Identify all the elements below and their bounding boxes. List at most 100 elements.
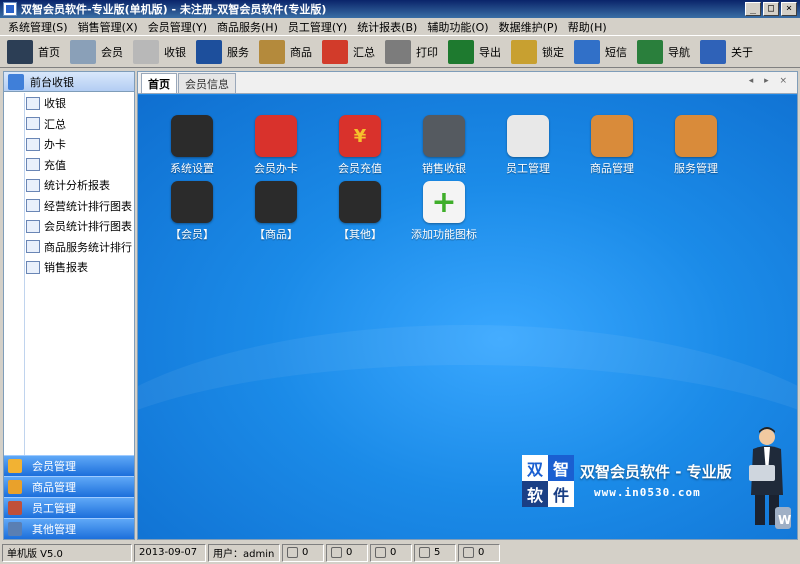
cash-register-icon	[423, 115, 465, 157]
menu-staff[interactable]: 员工管理(Y)	[284, 19, 353, 35]
desktop-app-label: 服务管理	[674, 162, 718, 175]
desktop-app-label: 【其他】	[338, 228, 382, 241]
toolbar-about-button[interactable]: 关于	[697, 37, 760, 67]
nav-group-3[interactable]: 其他管理	[4, 518, 134, 539]
toolbar-member-button[interactable]: 会员	[67, 37, 130, 67]
toolbar-service-button[interactable]: 服务	[193, 37, 256, 67]
toolbar-label: 锁定	[542, 45, 564, 59]
desktop-app-0[interactable]: 系统设置	[150, 115, 234, 176]
toolbar-goods-button[interactable]: 商品	[256, 37, 319, 67]
recharge-icon	[26, 158, 40, 172]
nav-group-1[interactable]: 商品管理	[4, 476, 134, 497]
folder-screen-icon	[339, 181, 381, 223]
books-icon	[196, 39, 222, 64]
tree-item-1[interactable]: 汇总	[24, 114, 134, 135]
toolbar-lock-button[interactable]: 锁定	[508, 37, 571, 67]
toolbar-navigation-button[interactable]: 导航	[634, 37, 697, 67]
tree-item-2[interactable]: 办卡	[24, 134, 134, 155]
menu-help[interactable]: 帮助(H)	[564, 19, 613, 35]
toolbar-print-button[interactable]: 打印	[382, 37, 445, 67]
service-icon	[675, 115, 717, 157]
maximize-button[interactable]: □	[763, 2, 779, 16]
tab-member-info[interactable]: 会员信息	[178, 73, 236, 93]
card-icon	[26, 137, 40, 151]
menu-members[interactable]: 会员管理(Y)	[144, 19, 213, 35]
toolbar-summary-button[interactable]: 汇总	[319, 37, 382, 67]
left-panel: 前台收银 收银 汇总办卡充值统计分析报表经营统计排行图表会员统计排行图表商品服务统…	[3, 71, 135, 540]
panel-header-front-desk[interactable]: 前台收银	[4, 72, 134, 92]
businessman-illustration-icon: W	[749, 427, 791, 529]
nav-tree: 收银 汇总办卡充值统计分析报表经营统计排行图表会员统计排行图表商品服务统计排行 销售…	[4, 93, 134, 456]
menu-tools[interactable]: 辅助功能(O)	[423, 19, 494, 35]
desktop-app-1[interactable]: 会员办卡	[234, 115, 318, 176]
menu-system[interactable]: 系统管理(S)	[4, 19, 74, 35]
desktop-app-7[interactable]: 【会员】	[150, 181, 234, 242]
status-counter-value: 0	[390, 547, 397, 558]
menu-sales[interactable]: 销售管理(X)	[74, 19, 144, 35]
desktop-app-label: 【商品】	[254, 228, 298, 241]
tree-item-4[interactable]: 统计分析报表	[24, 175, 134, 196]
desktop-app-label: 商品管理	[590, 162, 634, 175]
toolbar-label: 会员	[101, 45, 123, 59]
toolbar-cashier-button[interactable]: 收银	[130, 37, 193, 67]
desktop-app-label: 销售收银	[422, 162, 466, 175]
tab-home[interactable]: 首页	[141, 73, 177, 93]
title-bar: 双智会员软件-专业版(单机版) - 未注册-双智会员软件(专业版) _ □ ×	[0, 0, 800, 18]
tab-bar: 首页 会员信息 ◂ ▸ ×	[138, 72, 797, 94]
status-counter-3: 5	[414, 543, 456, 562]
nav-group-0[interactable]: 会员管理	[4, 455, 134, 476]
status-counter-value: 0	[302, 547, 309, 558]
tab-scroll-arrows[interactable]: ◂ ▸ ×	[749, 76, 791, 86]
logo-char: 件	[548, 481, 574, 507]
chart-icon	[26, 199, 40, 213]
tree-item-label: 会员统计排行图表	[44, 220, 132, 234]
toolbar-home-button[interactable]: 首页	[4, 37, 67, 67]
svg-text:W: W	[778, 513, 791, 527]
desktop-app-9[interactable]: 【其他】	[318, 181, 402, 242]
tree-item-7[interactable]: 商品服务统计排行	[24, 237, 134, 258]
desktop-app-10[interactable]: + 添加功能图标	[402, 181, 486, 242]
nav-group-label: 商品管理	[32, 481, 76, 494]
tree-item-label: 统计分析报表	[44, 179, 110, 193]
staff-icon	[507, 115, 549, 157]
goods-box-icon	[591, 115, 633, 157]
sitemap-icon	[637, 39, 663, 64]
tree-item-label: 办卡	[44, 138, 66, 152]
logo-char: 智	[548, 455, 574, 481]
desktop-app-label: 添加功能图标	[411, 228, 477, 241]
tree-item-6[interactable]: 会员统计排行图表	[24, 216, 134, 237]
toolbar-export-button[interactable]: 导出	[445, 37, 508, 67]
tree-item-8[interactable]: 销售报表	[24, 257, 134, 278]
logo-char: 双	[522, 455, 548, 481]
menu-goods-services[interactable]: 商品服务(H)	[213, 19, 284, 35]
staff-icon	[8, 501, 22, 515]
desktop-app-2[interactable]: ¥ 会员充值	[318, 115, 402, 176]
chart-icon	[26, 240, 40, 254]
tv-icon	[171, 115, 213, 157]
cash-icon	[26, 96, 40, 110]
toolbar-label: 首页	[38, 45, 60, 59]
desktop-app-5[interactable]: 商品管理	[570, 115, 654, 176]
menu-reports[interactable]: 统计报表(B)	[353, 19, 423, 35]
nav-group-2[interactable]: 员工管理	[4, 497, 134, 518]
toolbar-label: 收银	[164, 45, 186, 59]
card-icon	[70, 39, 96, 64]
toolbar-sms-button[interactable]: 短信	[571, 37, 634, 67]
goods-icon	[8, 480, 22, 494]
status-counter-4: 0	[458, 543, 500, 562]
report-icon	[26, 178, 40, 192]
tree-item-5[interactable]: 经营统计排行图表	[24, 196, 134, 217]
table-icon	[26, 260, 40, 274]
desktop-app-6[interactable]: 服务管理	[654, 115, 738, 176]
summary-icon	[26, 117, 40, 131]
desktop-app-8[interactable]: 【商品】	[234, 181, 318, 242]
close-button[interactable]: ×	[781, 2, 797, 16]
tree-item-0[interactable]: 收银	[24, 93, 134, 114]
desktop-app-3[interactable]: 销售收银	[402, 115, 486, 176]
minimize-button[interactable]: _	[745, 2, 761, 16]
desktop-app-4[interactable]: 员工管理	[486, 115, 570, 176]
tree-item-3[interactable]: 充值	[24, 155, 134, 176]
menu-data[interactable]: 数据维护(P)	[495, 19, 564, 35]
user-icon	[419, 547, 430, 558]
doc-icon	[331, 547, 342, 558]
